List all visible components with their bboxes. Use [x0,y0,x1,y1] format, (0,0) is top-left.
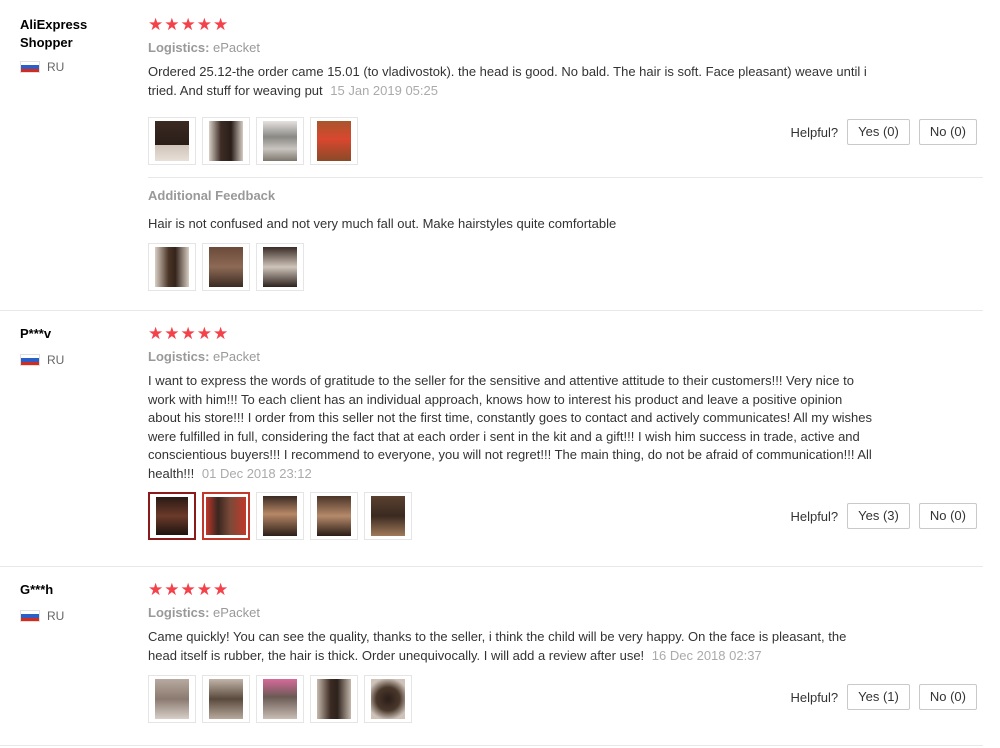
country-code: RU [47,609,65,623]
helpful-label: Helpful? [790,124,839,140]
logistics-value: ePacket [213,605,261,620]
photo-thumbnail[interactable] [202,492,250,540]
helpful-no-button[interactable]: No (0) [918,503,977,529]
reviewer-country: RU [20,609,130,623]
helpful-votes: Helpful? Yes (1) No (0) [790,684,977,710]
russia-flag-icon [20,610,40,622]
review-text-block: Came quickly! You can see the quality, t… [148,628,878,665]
reviewer-info: G***h RU [20,581,130,623]
photo-thumbnail[interactable] [256,117,304,165]
photo-thumbnail[interactable] [310,492,358,540]
reviewer-name: AliExpress Shopper [20,17,88,50]
star-rating: ★★★★★ [148,580,230,599]
review-text-block: I want to express the words of gratitude… [148,372,878,483]
photo-thumbnail[interactable] [202,675,250,723]
reviewer-country: RU [20,353,130,367]
divider [0,745,983,746]
photo-thumbnail[interactable] [364,492,412,540]
divider [0,310,983,311]
russia-flag-icon [20,61,40,73]
review-date: 01 Dec 2018 23:12 [201,465,312,481]
photo-thumbnail[interactable] [310,675,358,723]
divider [0,566,983,567]
photo-thumbnail[interactable] [148,492,196,540]
reviewer-name: G***h [20,582,54,597]
photo-thumbnail[interactable] [202,117,250,165]
additional-feedback-text: Hair is not confused and not very much f… [148,216,617,231]
helpful-label: Helpful? [790,508,839,524]
helpful-yes-button[interactable]: Yes (0) [847,119,910,145]
reviewer-country: RU [20,60,130,74]
reviewer-name: P***v [20,326,52,341]
country-code: RU [47,353,65,367]
photo-thumbnail[interactable] [310,117,358,165]
helpful-no-button[interactable]: No (0) [918,684,977,710]
star-rating: ★★★★★ [148,15,230,34]
country-code: RU [47,60,65,74]
photo-thumbnail[interactable] [256,675,304,723]
review-date: 15 Jan 2019 05:25 [330,82,438,98]
photo-thumbnail[interactable] [256,242,304,291]
helpful-yes-button[interactable]: Yes (1) [847,684,910,710]
helpful-votes: Helpful? Yes (0) No (0) [790,119,977,145]
logistics-label: Logistics: [148,40,210,55]
photo-thumbnail[interactable] [202,242,250,291]
logistics-value: ePacket [213,349,261,364]
logistics-value: ePacket [213,40,261,55]
reviewer-info: P***v RU [20,325,130,367]
logistics-label: Logistics: [148,605,210,620]
reviewer-info: AliExpress Shopper RU [20,16,130,74]
helpful-no-button[interactable]: No (0) [918,119,977,145]
additional-feedback-title: Additional Feedback [148,188,276,203]
review-text-block: Ordered 25.12-the order came 15.01 (to v… [148,63,878,100]
helpful-yes-button[interactable]: Yes (3) [847,503,910,529]
review-text: I want to express the words of gratitude… [148,373,872,481]
photo-thumbnail[interactable] [148,242,196,291]
helpful-votes: Helpful? Yes (3) No (0) [790,503,977,529]
logistics-info: Logistics: ePacket [148,605,983,621]
logistics-info: Logistics: ePacket [148,349,983,365]
logistics-info: Logistics: ePacket [148,40,983,56]
photo-thumbnail[interactable] [148,675,196,723]
photo-thumbnail[interactable] [148,117,196,165]
helpful-label: Helpful? [790,689,839,705]
additional-feedback: Additional Feedback Hair is not confused… [148,188,983,291]
photo-thumbnail[interactable] [256,492,304,540]
divider [148,177,983,178]
review-date: 16 Dec 2018 02:37 [651,647,762,663]
additional-photos [148,242,983,291]
review-text: Ordered 25.12-the order came 15.01 (to v… [148,64,867,98]
star-rating: ★★★★★ [148,324,230,343]
logistics-label: Logistics: [148,349,210,364]
russia-flag-icon [20,354,40,366]
photo-thumbnail[interactable] [364,675,412,723]
